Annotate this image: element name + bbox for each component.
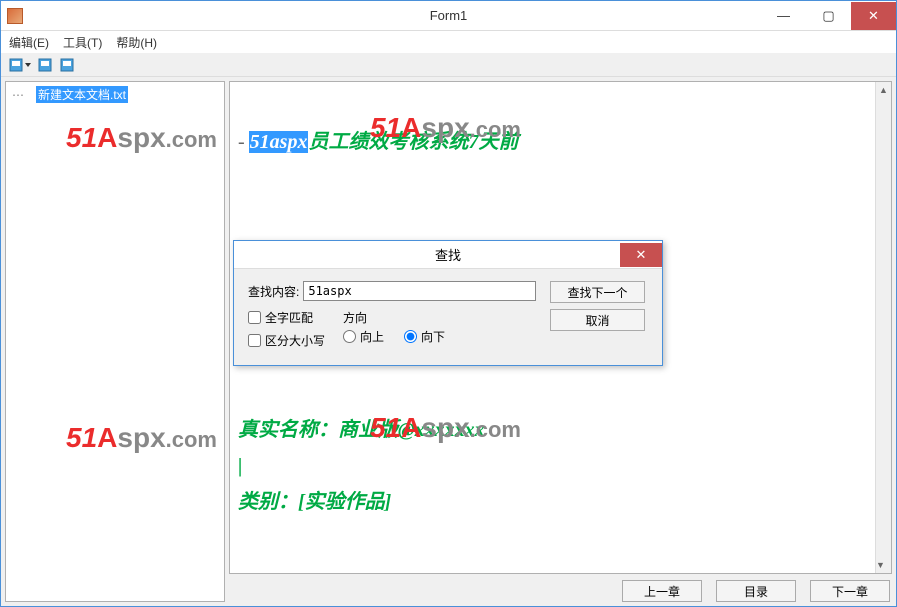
find-titlebar[interactable]: 查找 ✕ xyxy=(234,241,662,269)
window-controls: — ▢ ✕ xyxy=(761,2,896,30)
whole-word-checkbox[interactable]: 全字匹配 xyxy=(248,309,325,326)
find-label: 查找内容: xyxy=(248,283,299,300)
doc-line: 类别：[实验作品] xyxy=(238,491,391,513)
find-next-button[interactable]: 查找下一个 xyxy=(550,281,645,303)
toolbar-button-1[interactable] xyxy=(7,56,33,74)
maximize-button[interactable]: ▢ xyxy=(806,2,851,30)
doc-line: 真实名称：商业版@xxxxxxx xyxy=(238,419,485,441)
watermark: 51Aspx.com xyxy=(66,422,217,454)
close-button[interactable]: ✕ xyxy=(851,2,896,30)
find-close-button[interactable]: ✕ xyxy=(620,243,662,267)
vertical-scrollbar[interactable]: ▲ ▼ xyxy=(875,82,891,573)
search-highlight: 51aspx xyxy=(249,131,309,153)
direction-up-radio[interactable]: 向上 xyxy=(343,328,384,345)
find-input[interactable] xyxy=(303,281,536,301)
toolbar xyxy=(1,53,896,77)
next-chapter-button[interactable]: 下一章 xyxy=(810,580,890,602)
find-title: 查找 xyxy=(234,245,662,264)
tree-item-file[interactable]: 新建文本文档.txt xyxy=(36,86,128,103)
app-icon xyxy=(7,8,23,24)
minimize-button[interactable]: — xyxy=(761,2,806,30)
tree-pane[interactable]: ⋯ 新建文本文档.txt 51Aspx.com 51Aspx.com xyxy=(5,81,225,602)
direction-label: 方向 xyxy=(343,309,445,326)
menu-help[interactable]: 帮助(H) xyxy=(116,34,157,51)
watermark: 51Aspx.com xyxy=(66,122,217,154)
match-case-checkbox[interactable]: 区分大小写 xyxy=(248,332,325,349)
text-caret: | xyxy=(238,455,242,477)
tree-connector-icon: ⋯ xyxy=(12,88,24,102)
doc-line: 员工绩效考核系统7天前 xyxy=(308,131,518,153)
cancel-button[interactable]: 取消 xyxy=(550,309,645,331)
dropdown-caret-icon xyxy=(25,63,31,67)
titlebar[interactable]: Form1 — ▢ ✕ xyxy=(1,1,896,31)
toolbar-button-2[interactable] xyxy=(35,56,55,74)
menu-edit[interactable]: 编辑(E) xyxy=(9,34,49,51)
find-body: 查找内容: 查找下一个 全字匹配 区分大小写 方向 向上 向下 取消 xyxy=(234,269,662,365)
scroll-up-icon[interactable]: ▲ xyxy=(876,82,891,98)
direction-down-radio[interactable]: 向下 xyxy=(404,328,445,345)
footer-buttons: 上一章 目录 下一章 xyxy=(229,576,892,602)
find-dialog[interactable]: 查找 ✕ 查找内容: 查找下一个 全字匹配 区分大小写 方向 向上 向下 取消 xyxy=(233,240,663,366)
scroll-down-icon[interactable]: ▼ xyxy=(876,557,885,573)
menu-tools[interactable]: 工具(T) xyxy=(63,34,102,51)
toolbar-button-3[interactable] xyxy=(57,56,77,74)
toc-button[interactable]: 目录 xyxy=(716,580,796,602)
menubar: 编辑(E) 工具(T) 帮助(H) xyxy=(1,31,896,53)
prev-chapter-button[interactable]: 上一章 xyxy=(622,580,702,602)
